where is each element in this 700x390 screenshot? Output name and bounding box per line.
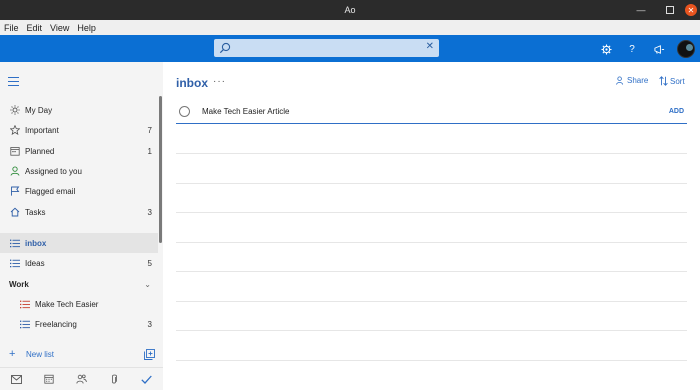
more-options-icon[interactable]: ··· (213, 76, 226, 87)
sidebar-item-planned[interactable]: Planned 1 (0, 141, 158, 161)
item-count: 5 (147, 258, 152, 268)
search-box[interactable]: ✕ (214, 39, 439, 57)
sort-label: Sort (670, 76, 685, 86)
announcement-icon[interactable] (652, 42, 666, 56)
window-title: Ao (344, 5, 356, 15)
menu-view[interactable]: View (50, 23, 69, 33)
sort-button[interactable]: Sort (659, 76, 685, 86)
task-checkbox-circle-icon[interactable] (179, 106, 190, 117)
share-label: Share (627, 76, 649, 85)
sidebar-item-flagged-email[interactable]: Flagged email (0, 181, 158, 201)
search-icon (219, 42, 231, 54)
sidebar-item-make-tech-easier[interactable]: Make Tech Easier (0, 294, 158, 314)
empty-row-line (176, 330, 687, 331)
chevron-down-icon[interactable]: ⌄ (144, 280, 151, 289)
empty-row-line (176, 183, 687, 184)
sidebar-item-label: Ideas (25, 258, 45, 268)
clear-search-icon[interactable]: ✕ (426, 41, 434, 52)
maximize-icon (666, 6, 674, 14)
people-icon[interactable] (75, 373, 87, 385)
item-count: 3 (147, 319, 152, 329)
maximize-button[interactable] (664, 4, 676, 16)
sun-icon (7, 105, 23, 115)
new-list-button[interactable]: + New list (0, 344, 163, 364)
mail-icon[interactable] (10, 373, 22, 385)
list-icon (7, 239, 23, 248)
settings-icon[interactable] (599, 42, 613, 56)
page-title[interactable]: inbox (176, 76, 208, 90)
attachment-icon[interactable] (108, 373, 120, 385)
empty-row-line (176, 360, 687, 361)
sidebar-item-label: Assigned to you (25, 166, 82, 176)
empty-row-line (176, 242, 687, 243)
sidebar-item-tasks[interactable]: Tasks 3 (0, 202, 158, 222)
add-task-row[interactable]: Make Tech Easier Article ADD (176, 100, 687, 124)
sidebar-scrollbar[interactable] (159, 96, 162, 243)
main-panel: inbox ··· Share Sort Make Tech Easier Ar… (163, 62, 700, 390)
calendar-icon[interactable] (43, 373, 55, 385)
empty-row-line (176, 301, 687, 302)
sidebar-item-label: Make Tech Easier (35, 299, 99, 309)
flag-icon (7, 186, 23, 196)
help-icon[interactable]: ? (625, 42, 639, 56)
home-icon (7, 207, 23, 217)
sidebar-item-label: Freelancing (35, 319, 77, 329)
item-count: 3 (147, 207, 152, 217)
sidebar-item-my-day[interactable]: My Day (0, 100, 158, 120)
sidebar-item-inbox[interactable]: inbox (0, 233, 158, 253)
group-work[interactable]: Work ⌄ (0, 276, 158, 292)
new-group-icon[interactable] (144, 348, 155, 360)
list-icon (7, 259, 23, 268)
sidebar-item-label: My Day (25, 105, 53, 115)
sidebar: My Day Important 7 Planned 1 Assigned to… (0, 62, 163, 390)
add-task-input[interactable]: Make Tech Easier Article (202, 107, 669, 116)
sort-icon (659, 76, 668, 86)
sidebar-item-label: Important (25, 125, 59, 135)
minimize-button[interactable]: — (635, 4, 647, 16)
app-header: ✕ ? (0, 35, 700, 62)
calendar-icon (7, 146, 23, 156)
share-person-icon (616, 76, 624, 85)
empty-row-line (176, 271, 687, 272)
sidebar-item-label: Planned (25, 146, 55, 156)
item-count: 1 (147, 146, 152, 156)
menu-bar: File Edit View Help (0, 20, 700, 35)
bottom-app-bar (0, 367, 163, 390)
share-button[interactable]: Share (616, 76, 648, 85)
star-icon (7, 125, 23, 135)
item-count: 7 (147, 125, 152, 135)
menu-file[interactable]: File (4, 23, 19, 33)
add-button[interactable]: ADD (669, 108, 684, 115)
sidebar-item-freelancing[interactable]: Freelancing 3 (0, 314, 158, 334)
plus-icon: + (9, 348, 16, 360)
sidebar-item-ideas[interactable]: Ideas 5 (0, 253, 158, 273)
close-button[interactable]: ✕ (685, 4, 697, 16)
person-icon (7, 166, 23, 176)
avatar[interactable] (677, 40, 695, 58)
sidebar-item-label: Tasks (25, 207, 46, 217)
group-label: Work (9, 279, 29, 289)
title-bar: Ao — ✕ (0, 0, 700, 20)
empty-row-line (176, 153, 687, 154)
sidebar-item-important[interactable]: Important 7 (0, 120, 158, 140)
sidebar-item-assigned-to-you[interactable]: Assigned to you (0, 161, 158, 181)
sidebar-item-label: inbox (25, 238, 47, 248)
menu-edit[interactable]: Edit (27, 23, 43, 33)
hamburger-menu-icon[interactable] (8, 77, 19, 86)
sidebar-item-label: Flagged email (25, 186, 76, 196)
todo-check-icon[interactable] (141, 373, 153, 385)
menu-help[interactable]: Help (77, 23, 96, 33)
empty-row-line (176, 212, 687, 213)
list-icon (17, 320, 33, 329)
list-icon (17, 300, 33, 309)
new-list-label: New list (26, 349, 55, 359)
